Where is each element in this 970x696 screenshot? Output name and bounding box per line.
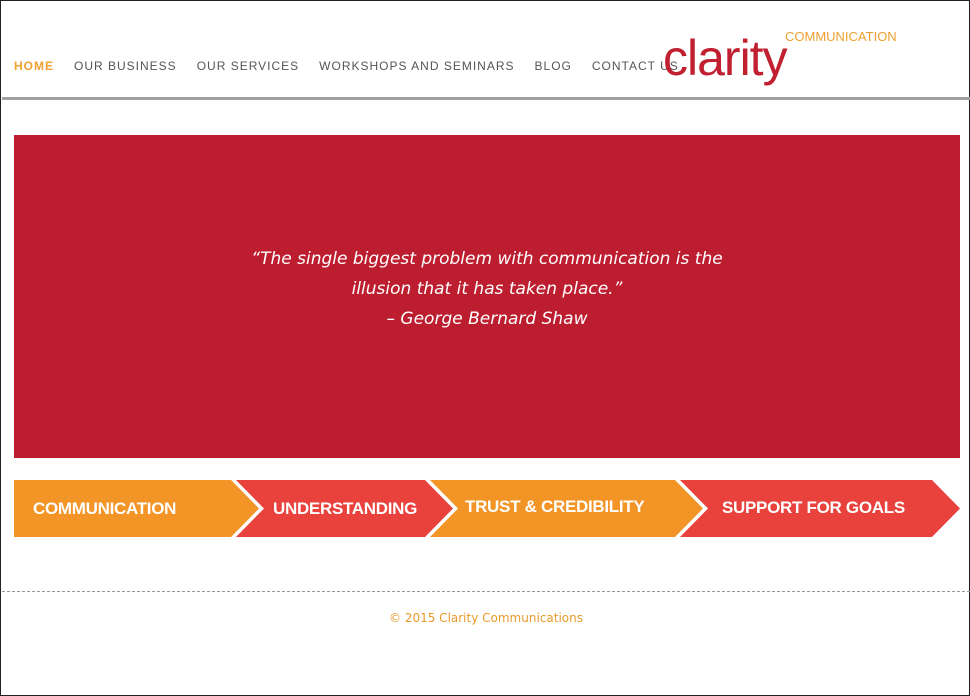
header-divider [2, 97, 970, 100]
nav-our-business[interactable]: OUR BUSINESS [74, 58, 177, 74]
quote-banner: “The single biggest problem with communi… [14, 135, 960, 458]
step-label-communication: COMMUNICATION [33, 499, 177, 518]
page-frame: HOME OUR BUSINESS OUR SERVICES WORKSHOPS… [0, 0, 970, 696]
nav-blog[interactable]: BLOG [535, 58, 572, 74]
main-nav: HOME OUR BUSINESS OUR SERVICES WORKSHOPS… [14, 58, 699, 74]
nav-our-services[interactable]: OUR SERVICES [197, 58, 299, 74]
nav-home[interactable]: HOME [14, 58, 54, 74]
step-label-support-for-goals: SUPPORT FOR GOALS [722, 498, 905, 517]
nav-workshops-and-seminars[interactable]: WORKSHOPS AND SEMINARS [319, 58, 514, 74]
footer-divider [2, 591, 970, 592]
footer-copyright: © 2015 Clarity Communications [389, 611, 583, 625]
quote-line-1: “The single biggest problem with communi… [251, 249, 723, 269]
step-label-trust-credibility: TRUST & CREDIBILITY [465, 497, 645, 516]
logo-tagline: COMMUNICATION [785, 29, 897, 44]
quote-attribution: – George Bernard Shaw [386, 309, 588, 329]
step-label-understanding: UNDERSTANDING [273, 499, 418, 518]
quote-line-2: illusion that it has taken place.” [351, 279, 623, 299]
process-steps: COMMUNICATION UNDERSTANDING TRUST & CRED… [14, 480, 960, 537]
logo-wordmark: clarity [663, 30, 788, 86]
clarity-logo[interactable]: clarity COMMUNICATION [663, 29, 903, 93]
quote-block: “The single biggest problem with communi… [14, 244, 960, 334]
